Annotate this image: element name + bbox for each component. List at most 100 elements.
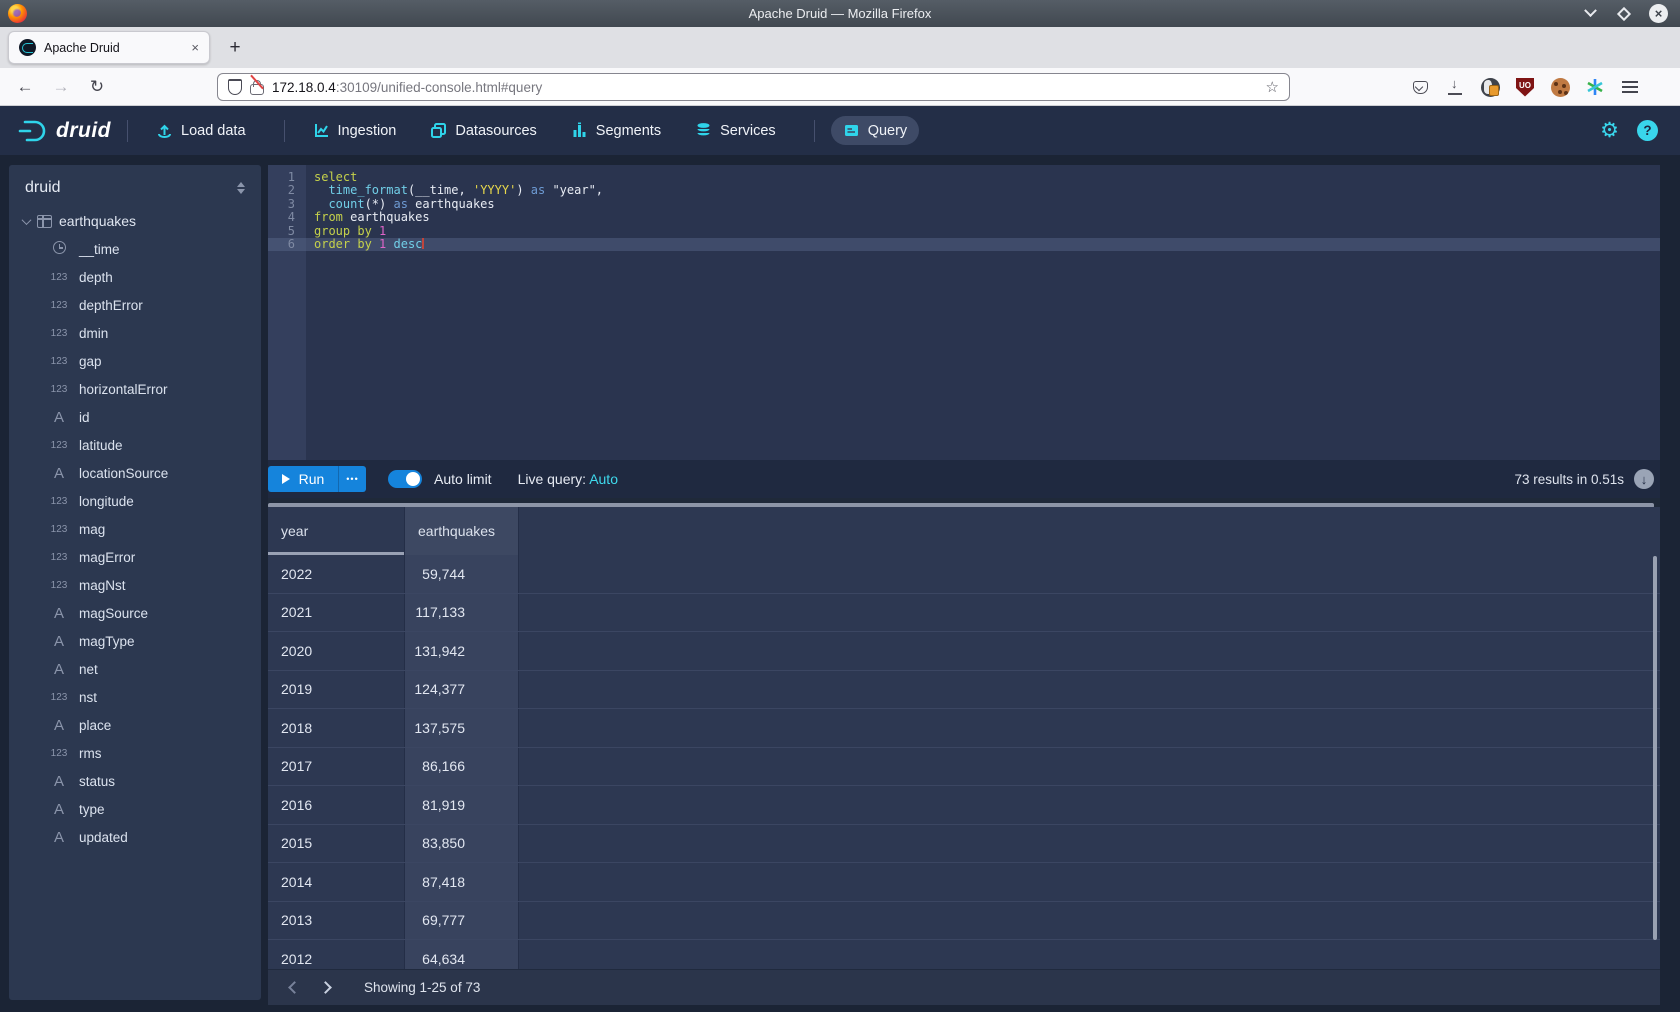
pocket-icon[interactable] <box>1410 77 1430 97</box>
browser-tab-apache-druid[interactable]: Apache Druid × <box>8 31 210 64</box>
table-row-2014[interactable]: 201487,418 <box>268 863 1660 902</box>
table-row-2020[interactable]: 2020131,942 <box>268 632 1660 671</box>
druid-navbar: druid Load data Ingestion <box>0 106 1680 155</box>
column-item-place[interactable]: Aplace <box>9 711 261 739</box>
settings-gear-icon[interactable]: ⚙ <box>1600 118 1619 143</box>
table-row-2016[interactable]: 201681,919 <box>268 786 1660 825</box>
column-item-gap[interactable]: 123gap <box>9 347 261 375</box>
schema-select-caret-icon[interactable] <box>237 182 245 194</box>
previous-page-icon[interactable] <box>288 981 301 994</box>
privacy-badger-extension-icon[interactable] <box>1480 77 1500 97</box>
vertical-scrollbar[interactable] <box>1653 556 1657 940</box>
menu-hamburger-icon[interactable] <box>1620 77 1640 97</box>
column-item-status[interactable]: Astatus <box>9 767 261 795</box>
container-asterisk-icon[interactable] <box>1585 77 1605 97</box>
string-column-icon: A <box>47 773 71 790</box>
table-item-earthquakes[interactable]: earthquakes <box>9 207 261 235</box>
table-row-2018[interactable]: 2018137,575 <box>268 709 1660 748</box>
table-row-2015[interactable]: 201583,850 <box>268 825 1660 864</box>
line-number: 6 <box>268 238 306 251</box>
column-name: rms <box>79 746 102 761</box>
druid-logo[interactable]: druid <box>18 118 111 144</box>
code-line-3[interactable]: 3 count(*) as earthquakes <box>268 198 1660 211</box>
insecure-lock-icon[interactable] <box>250 84 264 95</box>
maximize-button[interactable] <box>1615 5 1633 23</box>
downloads-icon[interactable] <box>1445 77 1465 97</box>
code-line-1[interactable]: 1select <box>268 171 1660 184</box>
nav-item-ingestion[interactable]: Ingestion <box>301 116 409 145</box>
nav-item-query[interactable]: Query <box>831 116 920 145</box>
column-item-net[interactable]: Anet <box>9 655 261 683</box>
column-item-magSource[interactable]: AmagSource <box>9 599 261 627</box>
cell-earthquakes: 69,777 <box>405 902 519 940</box>
column-item-id[interactable]: Aid <box>9 403 261 431</box>
string-column-icon: A <box>47 633 71 650</box>
new-tab-button[interactable]: + <box>222 35 248 61</box>
auto-limit-toggle[interactable] <box>388 470 422 488</box>
play-icon <box>282 474 290 484</box>
column-item-magType[interactable]: AmagType <box>9 627 261 655</box>
url-bar[interactable]: 172.18.0.4:30109/unified-console.html#qu… <box>217 73 1290 101</box>
code-line-5[interactable]: 5group by 1 <box>268 225 1660 238</box>
nav-item-datasources[interactable]: Datasources <box>418 116 548 145</box>
nav-item-load-data[interactable]: Load data <box>144 116 258 145</box>
column-name: magSource <box>79 606 148 621</box>
column-header-year[interactable]: year <box>268 507 405 555</box>
ublock-extension-icon[interactable]: UO <box>1515 77 1535 97</box>
download-results-icon[interactable]: ↓ <box>1634 469 1654 489</box>
column-item-__time[interactable]: __time <box>9 235 261 263</box>
column-name: nst <box>79 690 97 705</box>
table-row-2013[interactable]: 201369,777 <box>268 902 1660 941</box>
column-item-rms[interactable]: 123rms <box>9 739 261 767</box>
sql-editor[interactable]: 1select2 time_format(__time, 'YYYY') as … <box>268 165 1660 460</box>
column-item-depthError[interactable]: 123depthError <box>9 291 261 319</box>
nav-item-services[interactable]: Services <box>683 116 788 145</box>
column-name: updated <box>79 830 128 845</box>
column-item-depth[interactable]: 123depth <box>9 263 261 291</box>
table-row-2021[interactable]: 2021117,133 <box>268 594 1660 633</box>
cell-earthquakes: 81,919 <box>405 786 519 824</box>
live-query-control[interactable]: Live query: Auto <box>518 471 618 487</box>
table-row-2017[interactable]: 201786,166 <box>268 748 1660 787</box>
numeric-column-icon: 123 <box>47 384 71 395</box>
results-body: 202259,7442021117,1332020131,9422019124,… <box>268 555 1660 969</box>
column-item-latitude[interactable]: 123latitude <box>9 431 261 459</box>
column-item-updated[interactable]: Aupdated <box>9 823 261 851</box>
run-button[interactable]: Run <box>268 466 338 492</box>
close-window-button[interactable]: × <box>1649 4 1668 23</box>
column-item-nst[interactable]: 123nst <box>9 683 261 711</box>
next-page-icon[interactable] <box>319 981 332 994</box>
reload-icon[interactable]: ↻ <box>82 77 112 97</box>
column-item-magError[interactable]: 123magError <box>9 543 261 571</box>
code-line-6[interactable]: 6order by 1 desc <box>268 238 1660 251</box>
bookmark-star-icon[interactable]: ☆ <box>1266 78 1279 96</box>
line-number: 1 <box>268 171 306 184</box>
cell-filler <box>519 632 1660 670</box>
minimize-button[interactable] <box>1581 5 1599 23</box>
cell-year: 2022 <box>268 555 405 593</box>
live-query-value[interactable]: Auto <box>589 471 618 487</box>
column-item-type[interactable]: Atype <box>9 795 261 823</box>
tracking-shield-icon[interactable] <box>228 79 242 95</box>
table-row-2019[interactable]: 2019124,377 <box>268 671 1660 710</box>
nav-item-segments[interactable]: Segments <box>559 116 673 145</box>
line-number: 4 <box>268 211 306 224</box>
column-item-horizontalError[interactable]: 123horizontalError <box>9 375 261 403</box>
column-item-mag[interactable]: 123mag <box>9 515 261 543</box>
code-line-4[interactable]: 4from earthquakes <box>268 211 1660 224</box>
code-line-2[interactable]: 2 time_format(__time, 'YYYY') as "year", <box>268 184 1660 197</box>
tab-close-icon[interactable]: × <box>191 40 199 55</box>
column-item-dmin[interactable]: 123dmin <box>9 319 261 347</box>
back-icon[interactable]: ← <box>10 77 40 97</box>
cell-earthquakes: 131,942 <box>405 632 519 670</box>
cookie-extension-icon[interactable] <box>1550 77 1570 97</box>
column-header-earthquakes[interactable]: earthquakes <box>405 507 519 555</box>
table-row-2012[interactable]: 201264,634 <box>268 940 1660 969</box>
help-icon[interactable]: ? <box>1637 120 1658 141</box>
column-item-longitude[interactable]: 123longitude <box>9 487 261 515</box>
table-row-2022[interactable]: 202259,744 <box>268 555 1660 594</box>
chevron-down-icon[interactable] <box>22 215 32 225</box>
column-item-magNst[interactable]: 123magNst <box>9 571 261 599</box>
run-more-button[interactable]: ••• <box>338 466 366 492</box>
column-item-locationSource[interactable]: AlocationSource <box>9 459 261 487</box>
